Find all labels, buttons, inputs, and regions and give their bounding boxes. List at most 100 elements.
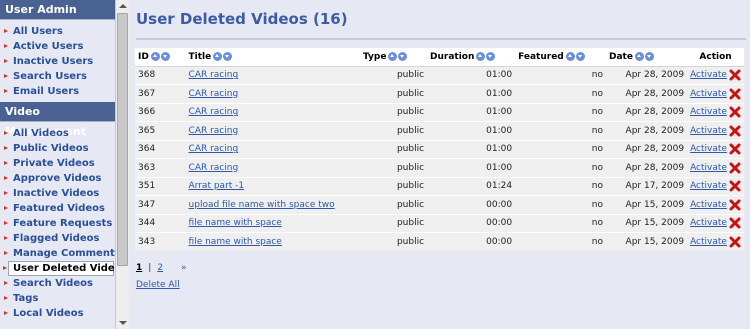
delete-x-icon[interactable] [729,143,741,155]
bullet-arrow-icon [4,176,8,180]
sidebar-item-label: Private Videos [13,158,95,169]
sidebar-item-label: Manage Comments [13,248,115,259]
sidebar-item-manage-comments[interactable]: Manage Comments [0,246,115,261]
video-title-link[interactable]: CAR racing [189,107,239,117]
video-title-link[interactable]: upload file name with space two [189,200,335,210]
video-title-link[interactable]: CAR racing [189,89,239,99]
sidebar-item-inactive-videos[interactable]: Inactive Videos [0,186,115,201]
sort-descending-icon[interactable] [160,51,170,61]
sort-descending-icon[interactable] [223,51,233,61]
video-management-header: Video Management [0,102,115,138]
bullet-arrow-icon [4,44,8,48]
delete-x-icon[interactable] [729,162,741,174]
sidebar-item-flagged-videos[interactable]: Flagged Videos [0,231,115,246]
cell-id: 364 [135,139,186,159]
activate-link[interactable]: Activate [690,107,727,117]
activate-link[interactable]: Activate [690,163,727,173]
activate-link[interactable]: Activate [690,70,727,80]
activate-link[interactable]: Activate [690,200,727,210]
cell-id: 351 [135,176,186,196]
activate-link[interactable]: Activate [690,181,727,191]
sidebar-item-inactive-users[interactable]: Inactive Users [0,54,115,69]
delete-x-icon[interactable] [729,180,741,192]
cell-id: 343 [135,232,186,251]
sidebar-item-label: Flagged Videos [13,233,100,244]
page-2-link[interactable]: 2 [157,263,163,273]
sidebar-item-private-videos[interactable]: Private Videos [0,156,115,171]
sidebar-item-featured-videos[interactable]: Featured Videos [0,201,115,216]
scroll-up-arrow-icon[interactable] [116,0,129,12]
sort-ascending-icon[interactable] [150,51,160,61]
sidebar-item-label: Inactive Users [13,56,94,67]
scrollbar-thumb[interactable] [117,13,128,266]
sort-descending-icon[interactable] [398,51,408,61]
cell-date: Apr 28, 2009 [605,84,688,103]
sidebar-item-active-users[interactable]: Active Users [0,39,115,54]
sidebar-item-local-videos[interactable]: Local Videos [0,306,115,321]
scroll-down-arrow-icon[interactable] [116,317,129,329]
sidebar-item-all-videos[interactable]: All Videos [0,126,115,141]
sidebar-item-all-users[interactable]: All Users [0,24,115,39]
video-title-link[interactable]: CAR racing [189,144,239,154]
sort-ascending-icon[interactable] [634,51,644,61]
sidebar-item-public-videos[interactable]: Public Videos [0,141,115,156]
delete-x-icon[interactable] [729,88,741,100]
sidebar-item-search-users[interactable]: Search Users [0,69,115,84]
bullet-arrow-icon [4,191,8,195]
delete-x-icon[interactable] [729,236,741,248]
cell-title: upload file name with space two [185,195,360,214]
sidebar-item-label: All Videos [13,128,69,139]
activate-link[interactable]: Activate [690,237,727,247]
sort-ascending-icon[interactable] [388,51,398,61]
delete-x-icon[interactable] [729,125,741,137]
cell-id: 368 [135,65,186,85]
table-row: 347 upload file name with space two public… [135,195,744,214]
cell-duration: 01:00 [427,65,516,85]
sidebar-item-label: User Deleted Videos [13,263,115,274]
sort-descending-icon[interactable] [575,51,585,61]
activate-link[interactable]: Activate [690,144,727,154]
activate-link[interactable]: Activate [690,218,727,228]
cell-featured: no [515,121,606,140]
cell-duration: 01:00 [427,139,516,159]
delete-x-icon[interactable] [729,199,741,211]
video-title-link[interactable]: Arrat part -1 [189,181,245,191]
cell-title: CAR racing [185,102,360,122]
cell-date: Apr 28, 2009 [605,102,688,122]
delete-x-icon[interactable] [729,106,741,118]
delete-all-link[interactable]: Delete All [136,280,180,290]
cell-type: public [359,84,428,103]
sidebar-item-tags[interactable]: Tags [0,291,115,306]
sidebar-item-label: Public Videos [13,143,89,154]
sidebar-item-email-users[interactable]: Email Users [0,84,115,99]
table-row: 365 CAR racing public 01:00 no Apr 28, 2009 Ac… [135,121,744,140]
next-page-link[interactable]: » [181,263,187,273]
sort-descending-icon[interactable] [644,51,654,61]
video-title-link[interactable]: file name with space [189,237,282,247]
delete-x-icon[interactable] [729,69,741,81]
activate-link[interactable]: Activate [690,126,727,136]
table-row: 367 CAR racing public 01:00 no Apr 28, 2009 Ac… [135,84,744,103]
cell-featured: no [515,84,606,103]
sort-ascending-icon[interactable] [213,51,223,61]
sort-ascending-icon[interactable] [565,51,575,61]
cell-duration: 01:00 [427,102,516,122]
sort-descending-icon[interactable] [486,51,496,61]
sidebar-item-approve-videos[interactable]: Approve Videos [0,171,115,186]
video-title-link[interactable]: CAR racing [189,70,239,80]
sidebar-item-feature-requests[interactable]: Feature Requests [0,216,115,231]
video-title-link[interactable]: CAR racing [189,126,239,136]
video-title-link[interactable]: file name with space [189,218,282,228]
activate-link[interactable]: Activate [690,89,727,99]
user-admin-nav: All Users Active Users Inactive Users Searc… [0,20,115,102]
sidebar-item-label: Inactive Videos [13,188,100,199]
sidebar-scrollbar[interactable] [115,0,129,329]
sidebar: User Admin All Users Active Users Inactive… [0,0,115,329]
sort-ascending-icon[interactable] [476,51,486,61]
sidebar-item-user-deleted-videos[interactable]: User Deleted Videos [3,261,115,276]
sidebar-item-label: Feature Requests [13,218,113,229]
cell-title: file name with space [185,213,360,233]
sidebar-item-search-videos[interactable]: Search Videos [0,276,115,291]
delete-x-icon[interactable] [729,217,741,229]
video-title-link[interactable]: CAR racing [189,163,239,173]
